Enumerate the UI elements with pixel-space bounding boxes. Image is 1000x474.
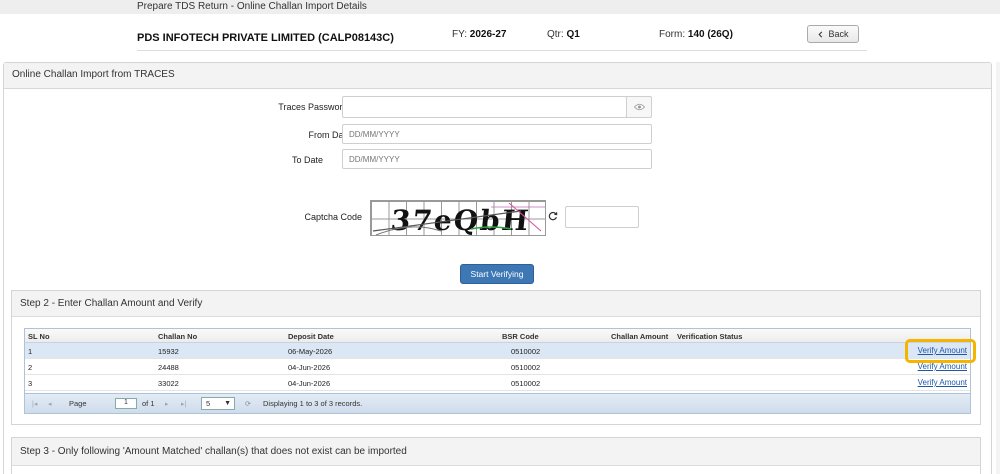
- row-challan-no: 33022: [158, 379, 179, 388]
- col-deposit-date[interactable]: Deposit Date: [288, 332, 334, 341]
- traces-password-input[interactable]: [342, 96, 627, 118]
- back-button[interactable]: Back: [807, 25, 859, 43]
- records-display-text: Displaying 1 to 3 of 3 records.: [263, 399, 363, 408]
- quarter-label: Qtr:: [547, 29, 564, 40]
- prev-page-icon[interactable]: ◂: [48, 400, 57, 408]
- form-value: 140 (26Q): [687, 29, 733, 40]
- row-bsr-code: 0510002: [511, 347, 541, 356]
- top-bar: Prepare TDS Return - Online Challan Impo…: [0, 0, 1000, 14]
- step3-panel: Step 3 - Only following 'Amount Matched'…: [11, 437, 981, 474]
- form-field: Form: 140 (26Q): [659, 29, 733, 40]
- captcha-input[interactable]: [565, 206, 639, 228]
- traces-password-label: Traces Password:: [278, 102, 350, 112]
- row-bsr-code: 0510002: [511, 363, 541, 372]
- verify-amount-link[interactable]: Verify Amount: [918, 378, 967, 387]
- back-button-label: Back: [828, 29, 849, 39]
- chevron-left-icon: [818, 31, 823, 37]
- row-sl: 1: [28, 347, 33, 356]
- to-date-label: To Date: [291, 155, 323, 165]
- row-deposit-date: 06-May-2026: [288, 347, 333, 356]
- row-deposit-date: 04-Jun-2026: [288, 363, 331, 372]
- challan-grid: SL No Challan No Deposit Date BSR Code C…: [24, 328, 971, 414]
- quarter-value: Q1: [566, 29, 580, 40]
- step2-title: Step 2 - Enter Challan Amount and Verify: [12, 291, 980, 317]
- page-breadcrumb-title: Prepare TDS Return - Online Challan Impo…: [137, 1, 367, 12]
- eye-icon: [633, 103, 645, 111]
- company-name: PDS INFOTECH PRIVATE LIMITED (CALP08143C…: [137, 32, 394, 44]
- chevron-down-icon: ▼: [224, 400, 231, 407]
- from-date-input[interactable]: [342, 124, 652, 144]
- header-divider: [137, 50, 867, 51]
- refresh-captcha-icon[interactable]: [548, 211, 558, 221]
- form-label: Form:: [659, 29, 686, 40]
- verify-amount-link[interactable]: Verify Amount: [918, 346, 967, 355]
- next-page-icon[interactable]: ▸: [165, 400, 174, 408]
- page-size-select[interactable]: 5 ▼: [201, 397, 235, 410]
- row-challan-no: 15932: [158, 347, 179, 356]
- captcha-label: Captcha Code: [304, 212, 362, 222]
- col-verification-status[interactable]: Verification Status: [677, 332, 742, 341]
- col-challan-no[interactable]: Challan No: [158, 332, 197, 341]
- row-sl: 3: [28, 379, 33, 388]
- captcha-image: 37eQbH: [370, 200, 546, 236]
- page-of-label: of 1: [142, 399, 155, 408]
- panel-title: Online Challan Import from TRACES: [4, 63, 991, 89]
- grid-pager: |◂ ◂ Page 1 of 1 ▸ ▸| 5 ▼ ⟳ Displaying 1…: [25, 393, 970, 413]
- from-date-label: From Date: [308, 130, 351, 140]
- quarter-field: Qtr: Q1: [547, 29, 580, 40]
- fy-value: 2026-27: [469, 29, 507, 40]
- grid-header: SL No Challan No Deposit Date BSR Code C…: [25, 329, 970, 343]
- step3-title: Step 3 - Only following 'Amount Matched'…: [12, 438, 980, 466]
- start-verifying-button[interactable]: Start Verifying: [460, 264, 534, 284]
- row-sl: 2: [28, 363, 33, 372]
- first-page-icon[interactable]: |◂: [32, 400, 41, 408]
- fy-field: FY: 2026-27: [452, 29, 507, 40]
- col-bsr-code[interactable]: BSR Code: [502, 332, 539, 341]
- captcha-noise: [372, 202, 545, 235]
- step2-panel: Step 2 - Enter Challan Amount and Verify…: [11, 290, 981, 425]
- page-number-input[interactable]: 1: [115, 398, 137, 409]
- refresh-grid-icon[interactable]: ⟳: [245, 400, 254, 408]
- row-deposit-date: 04-Jun-2026: [288, 379, 331, 388]
- show-password-button[interactable]: [626, 96, 652, 118]
- col-sl-no[interactable]: SL No: [28, 332, 50, 341]
- fy-label: FY:: [452, 29, 468, 40]
- col-challan-amount[interactable]: Challan Amount: [611, 332, 668, 341]
- verify-amount-link[interactable]: Verify Amount: [918, 362, 967, 371]
- page-label: Page: [69, 399, 87, 408]
- table-row[interactable]: 1 15932 06-May-2026 0510002 Verify Amoun…: [25, 343, 970, 359]
- to-date-input[interactable]: [342, 149, 652, 169]
- table-row[interactable]: 2 24488 04-Jun-2026 0510002 Verify Amoun…: [25, 359, 970, 375]
- last-page-icon[interactable]: ▸|: [181, 400, 190, 408]
- table-row[interactable]: 3 33022 04-Jun-2026 0510002 Verify Amoun…: [25, 375, 970, 391]
- row-bsr-code: 0510002: [511, 379, 541, 388]
- row-challan-no: 24488: [158, 363, 179, 372]
- page-size-value: 5: [206, 399, 211, 408]
- page-scrollbar[interactable]: [996, 62, 1000, 474]
